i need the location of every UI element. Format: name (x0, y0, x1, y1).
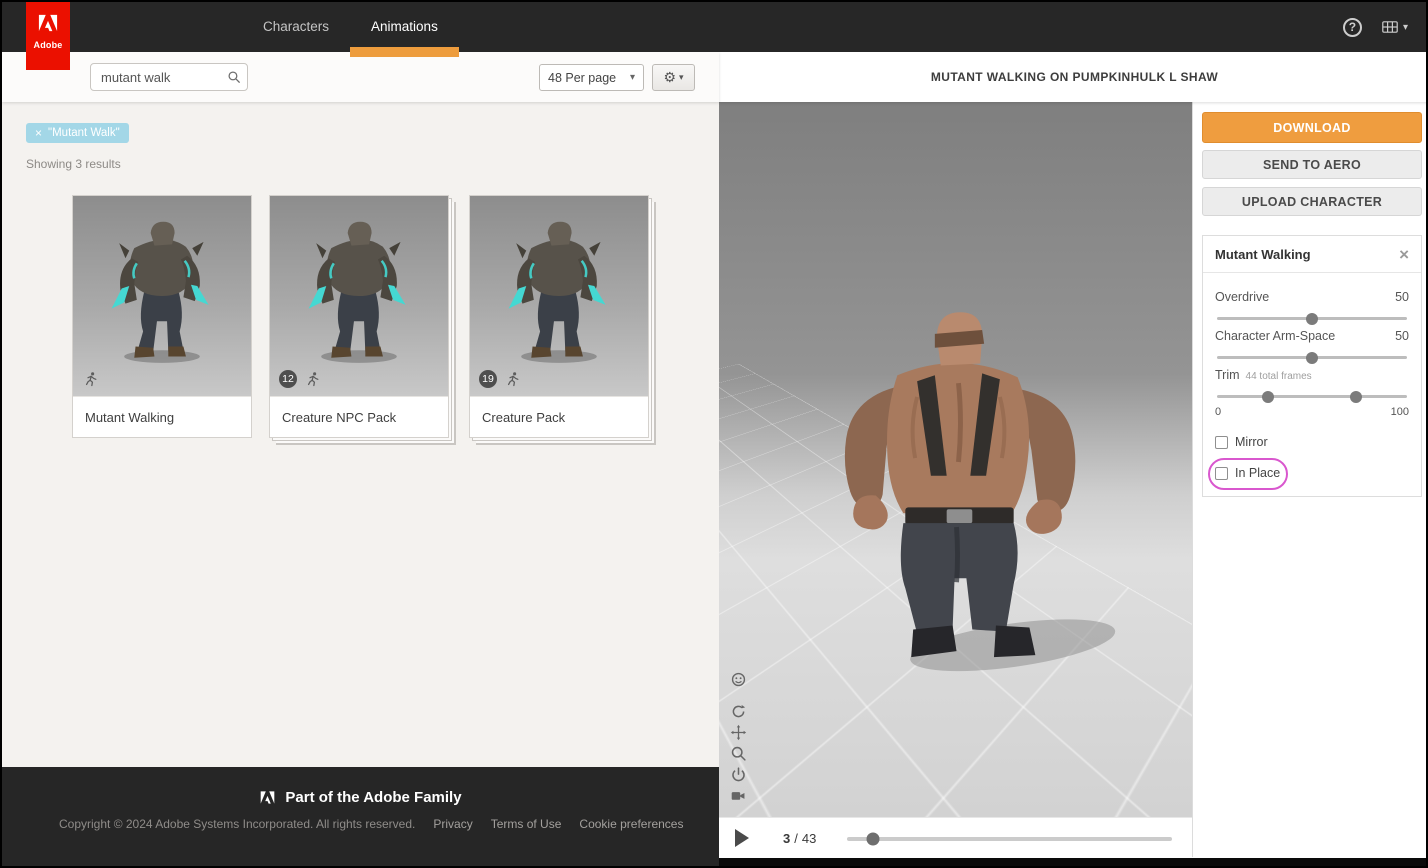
panel-title: Mutant Walking (1215, 246, 1311, 262)
card-thumbnail: 12 (270, 196, 448, 396)
arm-space-value: 50 (1395, 329, 1409, 343)
creature-preview-image (296, 210, 422, 372)
arm-space-label: Character Arm-Space (1215, 329, 1336, 343)
tab-animations[interactable]: Animations (350, 2, 459, 57)
animation-run-icon (82, 371, 99, 388)
3d-viewport[interactable] (719, 102, 1192, 817)
adobe-a-icon (37, 13, 59, 33)
card-title: Mutant Walking (73, 396, 251, 437)
trim-label: Trim (1215, 368, 1240, 382)
creature-preview-image (99, 210, 225, 372)
current-frame: 3 (783, 831, 791, 846)
search-box (90, 63, 248, 91)
trim-min-label: 0 (1215, 406, 1222, 418)
in-place-label: In Place (1235, 466, 1281, 480)
in-place-option: In Place (1208, 458, 1409, 490)
footer-link-terms[interactable]: Terms of Use (491, 817, 562, 831)
animation-settings-panel: Mutant Walking × Overdrive 50 Character … (1202, 235, 1422, 497)
viewer-title: MUTANT WALKING ON PUMPKINHULK L SHAW (719, 52, 1426, 102)
orbit-rotate-icon[interactable] (730, 703, 747, 720)
apps-grid-icon (1382, 21, 1398, 33)
trim-range-slider[interactable] (1217, 390, 1407, 403)
tab-characters[interactable]: Characters (242, 2, 350, 52)
mirror-label: Mirror (1235, 435, 1268, 449)
footer-link-cookie-preferences[interactable]: Cookie preferences (579, 817, 683, 831)
mirror-checkbox[interactable] (1215, 435, 1228, 449)
animation-card-mutant-walking[interactable]: Mutant Walking (72, 195, 252, 438)
pan-move-icon[interactable] (730, 724, 747, 741)
download-button[interactable]: DOWNLOAD (1202, 112, 1422, 143)
settings-button[interactable]: ⚙ ▾ (652, 64, 695, 91)
mirror-option: Mirror (1215, 435, 1409, 449)
camera-icon[interactable] (730, 787, 747, 804)
character-model (844, 312, 1116, 672)
trim-start-handle[interactable] (1262, 390, 1275, 403)
creature-preview-image (496, 210, 622, 372)
adobe-family-line: Part of the Adobe Family (2, 789, 719, 806)
right-sidebar: DOWNLOAD SEND TO AERO UPLOAD CHARACTER M… (1192, 102, 1426, 857)
frame-counter: 3 / 43 (783, 831, 816, 846)
animation-run-icon (504, 371, 521, 388)
trim-max-label: 100 (1390, 406, 1409, 418)
frame-separator: / (794, 831, 798, 846)
arm-space-slider[interactable] (1217, 351, 1407, 364)
adobe-logo[interactable]: Adobe (26, 2, 70, 70)
frame-bottom-bar (719, 858, 1426, 866)
chip-label: "Mutant Walk" (48, 127, 120, 139)
overdrive-slider-handle[interactable] (1306, 312, 1318, 325)
animation-count-badge: 19 (479, 370, 497, 388)
timeline-slider[interactable] (847, 832, 1172, 846)
chip-close-icon[interactable]: × (35, 127, 42, 139)
top-navigation-bar: Characters Animations ? ▾ (2, 2, 1426, 57)
footer-link-privacy[interactable]: Privacy (433, 817, 472, 831)
card-title: Creature Pack (470, 396, 648, 437)
card-thumbnail (73, 196, 251, 396)
animation-card-creature-npc-pack[interactable]: 12 Creature NPC Pack (269, 195, 449, 438)
chevron-down-icon: ▾ (1402, 21, 1408, 33)
panel-close-icon[interactable]: × (1399, 246, 1409, 263)
send-to-aero-button[interactable]: SEND TO AERO (1202, 150, 1422, 179)
trim-end-handle[interactable] (1349, 390, 1362, 403)
search-input[interactable] (91, 69, 221, 85)
timeline-handle[interactable] (866, 832, 880, 846)
play-icon (735, 829, 749, 847)
overdrive-slider[interactable] (1217, 312, 1407, 325)
gear-icon: ⚙ (663, 69, 677, 85)
animation-run-icon (304, 371, 321, 388)
chevron-down-icon: ▾ (629, 72, 635, 83)
mixamo-app-window: Characters Animations ? ▾ Adobe mixamo (0, 0, 1428, 868)
overdrive-value: 50 (1395, 290, 1409, 304)
search-icon[interactable] (221, 70, 247, 84)
main-tabs: Characters Animations (242, 2, 459, 57)
overdrive-label: Overdrive (1215, 290, 1270, 304)
power-reset-icon[interactable] (730, 766, 747, 783)
upload-character-button[interactable]: UPLOAD CHARACTER (1202, 187, 1422, 216)
in-place-checkbox[interactable] (1215, 466, 1228, 480)
per-page-value: 48 Per page (548, 70, 617, 85)
copyright-text: Copyright © 2024 Adobe Systems Incorpora… (59, 817, 416, 831)
animation-card-creature-pack[interactable]: 19 Creature Pack (469, 195, 649, 438)
card-thumbnail: 19 (470, 196, 648, 396)
zoom-icon[interactable] (730, 745, 747, 762)
arm-space-slider-handle[interactable] (1306, 351, 1318, 364)
results-summary: Showing 3 results (26, 157, 121, 171)
search-toolbar: 48 Per page ▾ ⚙ ▾ (2, 52, 719, 102)
play-button[interactable] (735, 829, 755, 849)
filter-chip-mutant-walk[interactable]: × "Mutant Walk" (26, 123, 129, 143)
results-area: × "Mutant Walk" Showing 3 results Mutant… (2, 102, 719, 767)
total-frames: 43 (801, 831, 817, 846)
help-icon[interactable]: ? (1342, 17, 1362, 37)
chevron-down-icon: ▾ (679, 72, 684, 82)
adobe-family-text: Part of the Adobe Family (285, 789, 462, 806)
character-display-toggle-icon[interactable] (730, 671, 747, 688)
footer: Part of the Adobe Family Copyright © 202… (2, 767, 719, 866)
trim-total-frames-note: 44 total frames (1245, 371, 1312, 382)
account-menu[interactable]: ▾ (1382, 20, 1408, 34)
per-page-select[interactable]: 48 Per page ▾ (539, 64, 644, 91)
card-title: Creature NPC Pack (270, 396, 448, 437)
animation-count-badge: 12 (279, 370, 297, 388)
adobe-logo-label: Adobe (33, 40, 63, 50)
adobe-family-logo-icon (259, 790, 276, 805)
